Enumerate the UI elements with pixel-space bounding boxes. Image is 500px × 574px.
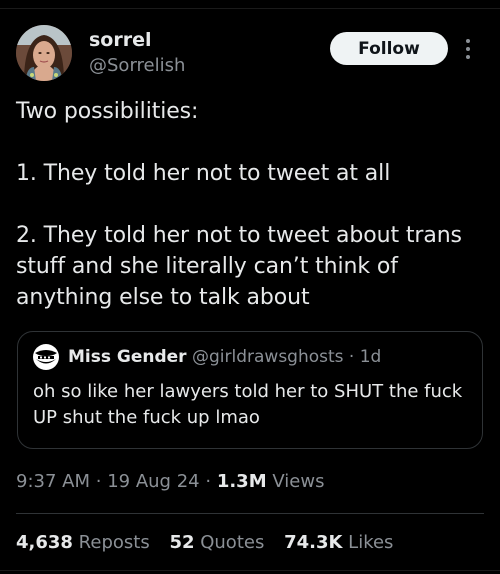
quoted-tweet-card[interactable]: Miss Gender @girldrawsghosts · 1d oh so … — [17, 331, 483, 449]
engagement-stats: 4,638 Reposts 52 Quotes 74.3K Likes — [16, 531, 407, 555]
follow-button[interactable]: Follow — [330, 32, 448, 65]
author-avatar[interactable] — [16, 25, 72, 81]
reposts-stat[interactable]: 4,638 Reposts — [16, 532, 155, 553]
quote-author-handle[interactable]: @girldrawsghosts — [192, 347, 344, 367]
author-handle[interactable]: @Sorrelish — [89, 54, 185, 78]
stats-divider — [16, 513, 484, 514]
avatar-image — [16, 25, 72, 81]
likes-label: Likes — [348, 532, 394, 553]
reposts-label: Reposts — [78, 532, 150, 553]
quote-timestamp[interactable]: 1d — [360, 347, 382, 367]
more-vertical-icon-glyph — [466, 39, 470, 59]
meta-separator-2: · — [205, 471, 212, 492]
likes-count: 74.3K — [284, 532, 343, 553]
more-vertical-icon[interactable] — [462, 36, 474, 62]
quotes-stat[interactable]: 52 Quotes — [169, 532, 270, 553]
quote-separator: · — [348, 347, 355, 367]
views-count: 1.3M — [216, 471, 267, 492]
quote-header: Miss Gender @girldrawsghosts · 1d — [68, 345, 381, 369]
tweet-meta: 9:37 AM · 19 Aug 24 · 1.3M Views — [16, 470, 324, 494]
quote-author-display-name[interactable]: Miss Gender — [68, 347, 187, 367]
top-divider — [0, 8, 500, 9]
likes-stat[interactable]: 74.3K Likes — [284, 532, 393, 553]
author-display-name[interactable]: sorrel — [89, 28, 152, 52]
quote-author-avatar[interactable] — [33, 344, 59, 370]
tweet-date[interactable]: 19 Aug 24 — [107, 471, 199, 492]
quote-text: oh so like her lawyers told her to SHUT … — [33, 381, 463, 428]
bottom-divider — [0, 570, 500, 571]
tweet-text: Two possibilities: 1. They told her not … — [16, 99, 462, 310]
reposts-count: 4,638 — [16, 532, 73, 553]
tweet-time[interactable]: 9:37 AM — [16, 471, 90, 492]
quotes-label: Quotes — [200, 532, 265, 553]
meta-separator-1: · — [95, 471, 102, 492]
views-label: Views — [272, 471, 325, 492]
quotes-count: 52 — [169, 532, 195, 553]
quote-avatar-image — [33, 344, 59, 370]
